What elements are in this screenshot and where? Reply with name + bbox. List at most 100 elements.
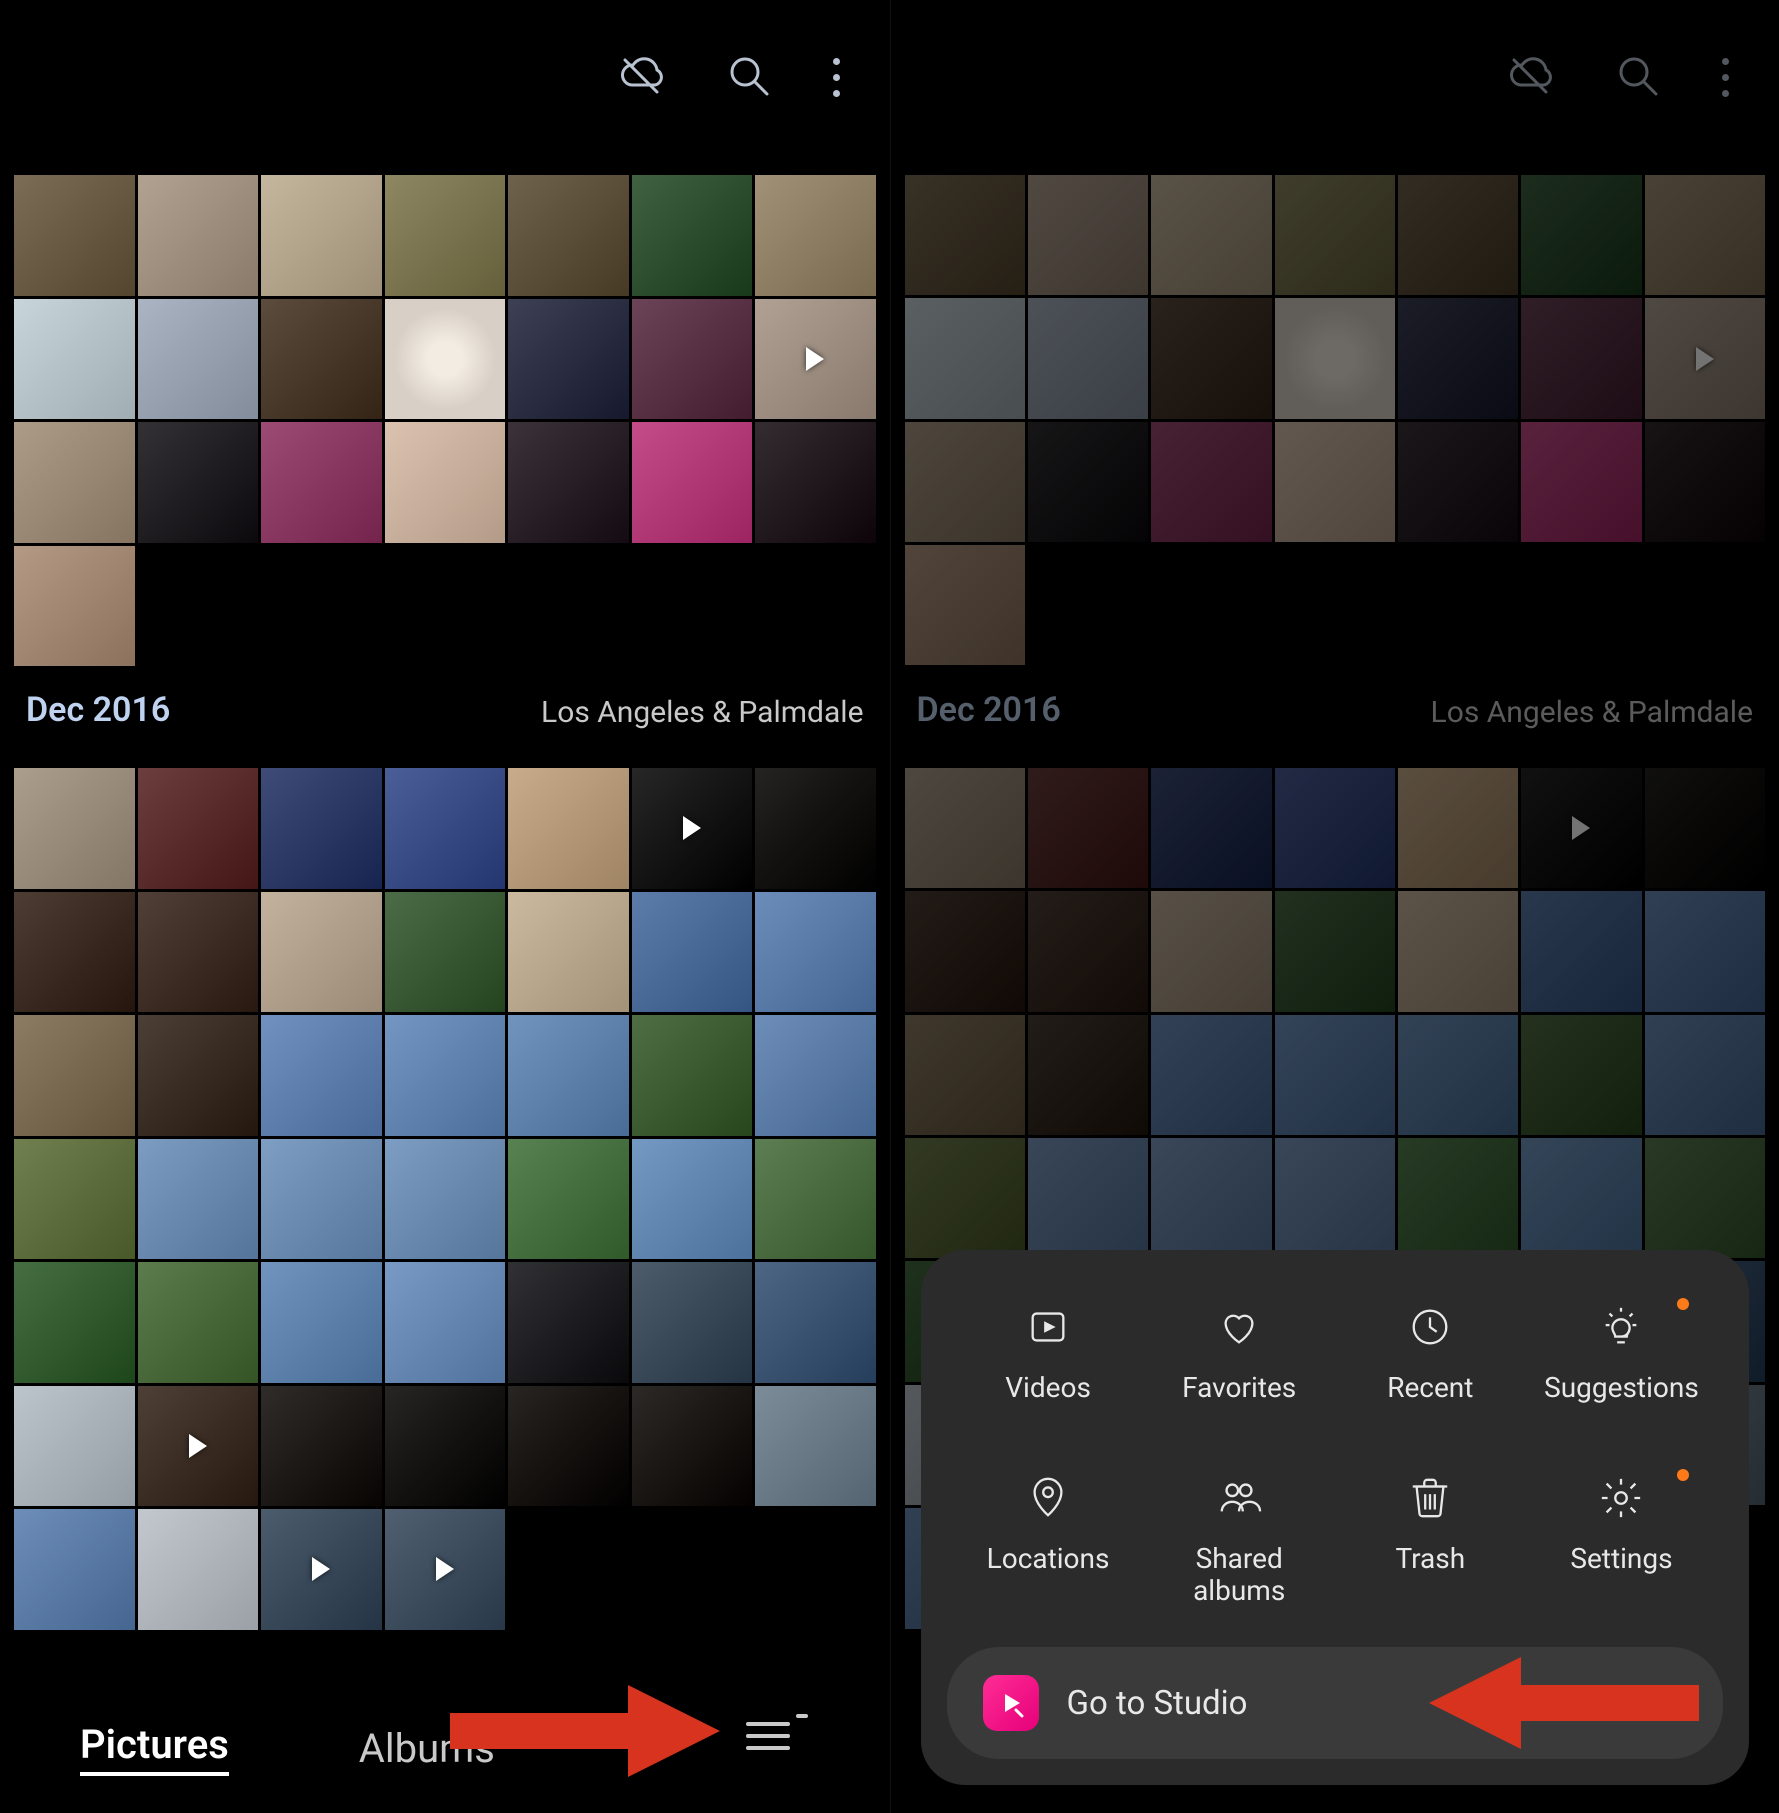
menu-item-favorites[interactable]: Favorites [1144,1304,1335,1404]
photo-thumbnail[interactable] [138,1139,259,1260]
photo-thumbnail[interactable] [14,1386,135,1507]
photo-thumbnail[interactable] [14,1262,135,1383]
photo-thumbnail[interactable] [508,1386,629,1507]
photo-thumbnail[interactable] [385,175,506,296]
photo-thumbnail[interactable] [385,768,506,889]
photo-thumbnail[interactable] [385,1262,506,1383]
photo-thumbnail[interactable] [14,1509,135,1630]
recent-icon [1407,1304,1453,1354]
photo-thumbnail[interactable] [385,422,506,543]
menu-item-videos[interactable]: Videos [953,1304,1144,1404]
menu-item-shared-albums[interactable]: Shared albums [1144,1475,1335,1607]
action-bar [0,0,890,155]
menu-item-locations[interactable]: Locations [953,1475,1144,1607]
photo-thumbnail[interactable] [261,1386,382,1507]
photo-thumbnail [632,546,753,667]
photo-thumbnail[interactable] [632,1262,753,1383]
photo-thumbnail[interactable] [755,892,876,1013]
photo-grid [14,768,876,1630]
photo-thumbnail[interactable] [261,1262,382,1383]
photo-thumbnail[interactable] [632,299,753,420]
photo-thumbnail[interactable] [755,1015,876,1136]
photo-thumbnail[interactable] [138,1386,259,1507]
photo-thumbnail[interactable] [632,1139,753,1260]
photo-thumbnail[interactable] [14,1015,135,1136]
menu-item-label: Trash [1395,1543,1465,1575]
photo-thumbnail[interactable] [632,892,753,1013]
go-to-studio-button[interactable]: Go to Studio › [947,1647,1724,1759]
photo-thumbnail[interactable] [632,768,753,889]
photo-thumbnail[interactable] [632,422,753,543]
menu-item-label: Favorites [1182,1372,1296,1404]
photo-thumbnail[interactable] [508,892,629,1013]
menu-grid: Videos Favorites RecentSuggestions Location… [947,1286,1724,1647]
photo-thumbnail[interactable] [385,1139,506,1260]
more-vert-icon[interactable] [833,58,840,97]
search-icon[interactable] [725,52,773,104]
photo-thumbnail[interactable] [632,175,753,296]
photo-thumbnail[interactable] [138,768,259,889]
tab-pictures[interactable]: Pictures [80,1721,229,1776]
photo-thumbnail[interactable] [508,1262,629,1383]
photo-thumbnail[interactable] [632,1386,753,1507]
cloud-off-icon[interactable] [617,52,665,104]
photo-thumbnail[interactable] [385,1015,506,1136]
photo-thumbnail[interactable] [508,175,629,296]
photo-thumbnail[interactable] [261,1139,382,1260]
photo-thumbnail[interactable] [385,1386,506,1507]
photo-thumbnail[interactable] [138,1262,259,1383]
photo-thumbnail[interactable] [261,768,382,889]
photo-thumbnail[interactable] [508,422,629,543]
photo-thumbnail[interactable] [14,546,135,667]
menu-item-trash[interactable]: Trash [1335,1475,1526,1607]
photo-thumbnail[interactable] [755,299,876,420]
photo-thumbnail[interactable] [138,422,259,543]
photo-thumbnail[interactable] [14,1139,135,1260]
menu-item-label: Locations [987,1543,1110,1575]
photo-thumbnail[interactable] [755,768,876,889]
photo-thumbnail[interactable] [261,175,382,296]
photo-thumbnail[interactable] [261,299,382,420]
menu-item-recent[interactable]: Recent [1335,1304,1526,1404]
photo-thumbnail[interactable] [755,1262,876,1383]
play-icon [312,1557,330,1581]
menu-item-suggestions[interactable]: Suggestions [1526,1304,1717,1404]
photo-thumbnail[interactable] [508,1015,629,1136]
photo-thumbnail[interactable] [261,422,382,543]
studio-label: Go to Studio [1067,1684,1647,1723]
play-icon [806,347,824,371]
photo-thumbnail[interactable] [632,1015,753,1136]
photo-thumbnail[interactable] [14,768,135,889]
hamburger-menu-icon[interactable] [746,1714,790,1758]
photo-thumbnail[interactable] [755,175,876,296]
photo-thumbnail[interactable] [385,1509,506,1630]
photo-thumbnail[interactable] [14,422,135,543]
photo-thumbnail[interactable] [138,892,259,1013]
photo-thumbnail[interactable] [14,175,135,296]
tab-albums[interactable]: Albums [359,1725,495,1772]
section-header[interactable]: Dec 2016 Los Angeles & Palmdale [26,690,864,730]
trash-icon [1407,1475,1453,1525]
photo-thumbnail[interactable] [385,892,506,1013]
photo-thumbnail[interactable] [261,1015,382,1136]
photo-thumbnail[interactable] [755,1386,876,1507]
menu-item-settings[interactable]: Settings [1526,1475,1717,1607]
photo-thumbnail[interactable] [755,1139,876,1260]
notification-dot [796,1714,808,1718]
photo-thumbnail [755,546,876,667]
photo-thumbnail[interactable] [14,299,135,420]
photo-thumbnail[interactable] [138,299,259,420]
notification-dot [1677,1298,1689,1310]
photo-thumbnail[interactable] [138,1509,259,1630]
photo-thumbnail[interactable] [261,892,382,1013]
photo-thumbnail[interactable] [385,299,506,420]
photo-thumbnail[interactable] [14,892,135,1013]
photo-thumbnail[interactable] [508,768,629,889]
photo-thumbnail[interactable] [508,299,629,420]
photo-thumbnail[interactable] [755,422,876,543]
menu-sheet: Videos Favorites RecentSuggestions Location… [921,1250,1750,1785]
photo-thumbnail[interactable] [508,1139,629,1260]
photo-thumbnail[interactable] [261,1509,382,1630]
photo-thumbnail[interactable] [138,175,259,296]
photo-thumbnail[interactable] [138,1015,259,1136]
